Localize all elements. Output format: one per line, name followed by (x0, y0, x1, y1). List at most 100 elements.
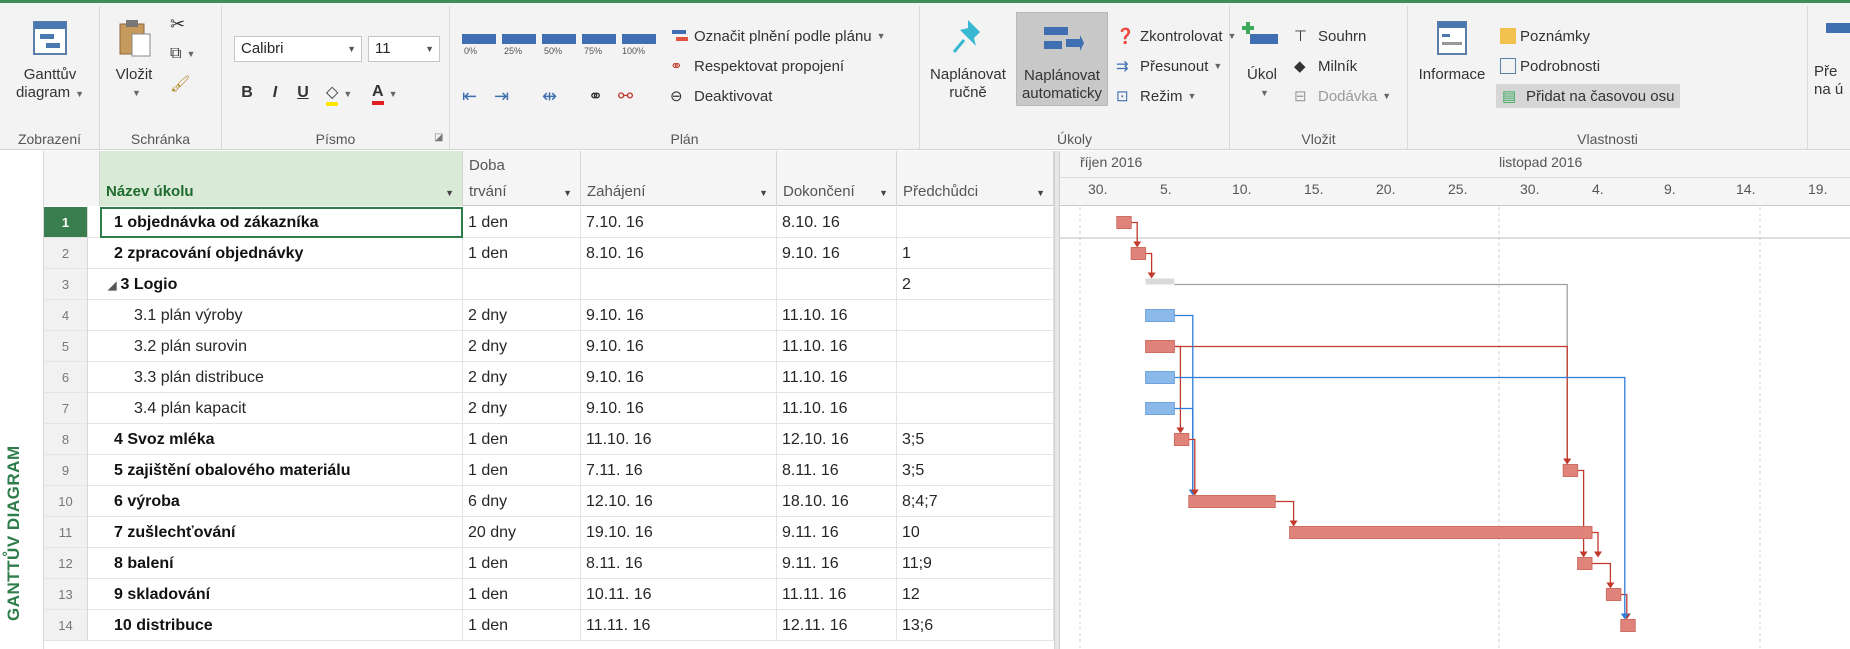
gantt-bar[interactable] (1188, 495, 1276, 508)
respect-links-button[interactable]: ⚭ Respektovat propojení (670, 54, 844, 78)
column-header-start[interactable]: Zahájení ▼ (581, 151, 777, 206)
task-name-cell[interactable]: 3.3 plán distribuce (100, 362, 463, 393)
row-number[interactable]: 3 (44, 269, 88, 300)
start-cell[interactable]: 7.10. 16 (581, 207, 777, 238)
table-row[interactable]: 10 6 výroba 6 dny 12.10. 16 18.10. 16 8;4;7 (44, 486, 1054, 517)
dependency-link[interactable] (1131, 221, 1138, 244)
dependency-link[interactable] (1592, 562, 1612, 585)
gantt-bar[interactable] (1145, 278, 1175, 285)
row-number[interactable]: 10 (44, 486, 88, 517)
row-number[interactable]: 9 (44, 455, 88, 486)
task-name-cell[interactable]: 10 distribuce (100, 610, 463, 641)
predecessors-cell[interactable]: 13;6 (897, 610, 1054, 641)
predecessors-cell[interactable] (897, 362, 1054, 393)
table-row[interactable]: 5 3.2 plán surovin 2 dny 9.10. 16 11.10. 16 (44, 331, 1054, 362)
predecessors-cell[interactable]: 11;9 (897, 548, 1054, 579)
row-number[interactable]: 14 (44, 610, 88, 641)
task-name-cell[interactable]: 4 Svoz mléka (100, 424, 463, 455)
percent-75-icon[interactable] (582, 34, 616, 44)
collapse-triangle-icon[interactable]: ◢ (108, 280, 116, 292)
start-cell[interactable]: 8.11. 16 (581, 548, 777, 579)
finish-cell[interactable]: 11.10. 16 (777, 393, 897, 424)
gantt-bar[interactable] (1620, 619, 1636, 632)
dependency-link[interactable] (1188, 438, 1196, 492)
table-row[interactable]: 4 3.1 plán výroby 2 dny 9.10. 16 11.10. 16 (44, 300, 1054, 331)
predecessors-cell[interactable]: 12 (897, 579, 1054, 610)
duration-cell[interactable] (463, 269, 581, 300)
duration-cell[interactable]: 2 dny (463, 393, 581, 424)
mode-button[interactable]: ⊡ Režim ▼ (1116, 84, 1196, 108)
row-number[interactable]: 6 (44, 362, 88, 393)
highlight-color-button[interactable]: ◇ ▼ (326, 82, 352, 106)
gantt-bar[interactable] (1562, 464, 1579, 477)
duration-cell[interactable]: 1 den (463, 424, 581, 455)
dependency-link[interactable] (1174, 407, 1194, 492)
start-cell[interactable]: 9.10. 16 (581, 393, 777, 424)
percent-100-icon[interactable] (622, 34, 656, 44)
finish-cell[interactable]: 12.11. 16 (777, 610, 897, 641)
dependency-link[interactable] (1174, 345, 1568, 461)
start-cell[interactable]: 11.11. 16 (581, 610, 777, 641)
column-header-name[interactable]: Název úkolu ▼ (100, 151, 463, 206)
dependency-link[interactable] (1275, 500, 1295, 523)
task-name-cell[interactable]: 3.2 plán surovin (100, 331, 463, 362)
details-button[interactable]: Podrobnosti (1500, 54, 1600, 78)
percent-25-icon[interactable] (502, 34, 536, 44)
task-name-cell[interactable]: 3.1 plán výroby (100, 300, 463, 331)
duration-cell[interactable]: 2 dny (463, 300, 581, 331)
manually-schedule-button[interactable]: Naplánovat ručně (924, 12, 1012, 104)
deliverable-button[interactable]: ⊟ Dodávka ▼ (1294, 84, 1391, 108)
dependency-link[interactable] (1174, 314, 1194, 492)
finish-cell[interactable]: 9.11. 16 (777, 517, 897, 548)
row-number[interactable]: 8 (44, 424, 88, 455)
cut-button[interactable]: ✂ (170, 12, 185, 36)
add-to-timeline-button[interactable]: ▤ Přidat na časovou osu (1496, 84, 1681, 108)
finish-cell[interactable]: 8.10. 16 (777, 207, 897, 238)
finish-cell[interactable]: 11.10. 16 (777, 300, 897, 331)
row-number[interactable]: 12 (44, 548, 88, 579)
gantt-bar[interactable] (1605, 588, 1622, 601)
cut-off-button[interactable]: Pře na ú (1812, 9, 1850, 101)
insert-task-button[interactable]: Úkol ▼ (1234, 12, 1290, 104)
predecessors-cell[interactable]: 3;5 (897, 424, 1054, 455)
task-name-cell[interactable]: 7 zušlechťování (100, 517, 463, 548)
start-cell[interactable]: 8.10. 16 (581, 238, 777, 269)
table-row[interactable]: 3 ◢ 3 Logio 2 (44, 269, 1054, 300)
row-number[interactable]: 13 (44, 579, 88, 610)
row-number[interactable]: 5 (44, 331, 88, 362)
table-row[interactable]: 8 4 Svoz mléka 1 den 11.10. 16 12.10. 16 3;5 (44, 424, 1054, 455)
gantt-bar[interactable] (1289, 526, 1593, 539)
chevron-down-icon[interactable]: ▼ (563, 188, 572, 198)
start-cell[interactable]: 19.10. 16 (581, 517, 777, 548)
dependency-link[interactable] (1174, 345, 1182, 430)
duration-cell[interactable]: 1 den (463, 207, 581, 238)
duration-cell[interactable]: 1 den (463, 579, 581, 610)
dependency-link[interactable] (1620, 593, 1628, 616)
font-color-button[interactable]: A ▼ (372, 82, 397, 106)
duration-cell[interactable]: 2 dny (463, 331, 581, 362)
duration-cell[interactable]: 1 den (463, 455, 581, 486)
task-name-cell[interactable]: 9 skladování (100, 579, 463, 610)
dependency-link[interactable] (1174, 283, 1568, 461)
underline-button[interactable]: U (290, 80, 316, 106)
deactivate-button[interactable]: ⊖ Deaktivovat (670, 84, 772, 108)
summary-button[interactable]: ⊤ Souhrn (1294, 24, 1366, 48)
column-header-predecessors[interactable]: Předchůdci ▼ (897, 151, 1054, 206)
start-cell[interactable]: 9.10. 16 (581, 300, 777, 331)
column-header-finish[interactable]: Dokončení ▼ (777, 151, 897, 206)
milestone-button[interactable]: ◆ Milník (1294, 54, 1357, 78)
table-row[interactable]: 14 10 distribuce 1 den 11.11. 16 12.11. 16 13… (44, 610, 1054, 641)
percent-50-icon[interactable] (542, 34, 576, 44)
duration-cell[interactable]: 6 dny (463, 486, 581, 517)
table-row[interactable]: 1 1 objednávka od zákazníka 1 den 7.10. 16 8… (44, 207, 1054, 238)
task-name-cell[interactable]: 3.4 plán kapacit (100, 393, 463, 424)
finish-cell[interactable]: 9.10. 16 (777, 238, 897, 269)
gantt-bar[interactable] (1577, 557, 1593, 570)
dependency-link[interactable] (1577, 469, 1585, 554)
paste-button[interactable]: Vložit ▼ (106, 12, 162, 104)
predecessors-cell[interactable]: 3;5 (897, 455, 1054, 486)
finish-cell[interactable]: 18.10. 16 (777, 486, 897, 517)
duration-cell[interactable]: 2 dny (463, 362, 581, 393)
dependency-link[interactable] (1145, 252, 1153, 275)
duration-cell[interactable]: 1 den (463, 238, 581, 269)
